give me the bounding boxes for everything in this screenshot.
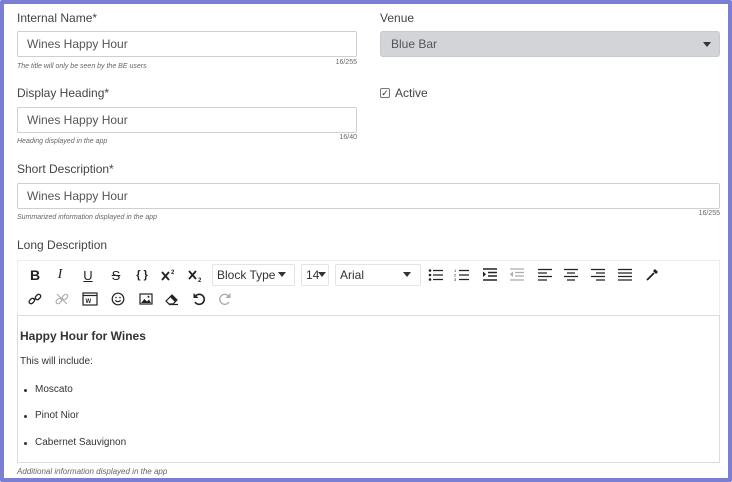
svg-text:W: W	[86, 299, 92, 305]
align-justify-button[interactable]	[614, 265, 636, 285]
align-left-button[interactable]	[534, 265, 556, 285]
align-right-icon	[591, 268, 605, 281]
eyedropper-icon	[646, 269, 658, 281]
venue-select[interactable]: Blue Bar	[380, 31, 720, 57]
ordered-list-button[interactable]: 123	[451, 265, 473, 285]
display-heading-input[interactable]: Wines Happy Hour	[17, 107, 357, 133]
superscript-button[interactable]: 2	[158, 265, 180, 285]
short-description-label: Short Description*	[17, 162, 114, 176]
active-label: Active	[395, 86, 428, 100]
short-description-hint: Summarized information displayed in the …	[17, 214, 158, 221]
align-center-icon	[564, 268, 578, 281]
smiley-icon	[111, 292, 125, 306]
rich-text-editor[interactable]: Happy Hour for Wines This will include: …	[17, 315, 720, 463]
superscript-icon: 2	[161, 270, 175, 281]
display-heading-hint: Heading displayed in the app	[17, 138, 108, 145]
embed-button[interactable]: W	[79, 289, 101, 309]
internal-name-label: Internal Name*	[17, 11, 98, 25]
link-icon	[28, 293, 42, 305]
list-item: Cabernet Sauvignon	[23, 437, 127, 448]
font-family-value: Arial	[340, 268, 365, 282]
long-description-hint: Additional information displayed in the …	[17, 467, 168, 476]
internal-name-input[interactable]: Wines Happy Hour	[17, 31, 357, 57]
italic-button[interactable]: I	[49, 265, 71, 285]
emoji-button[interactable]	[107, 289, 129, 309]
venue-select-value: Blue Bar	[391, 37, 438, 51]
align-right-button[interactable]	[587, 265, 609, 285]
bold-button[interactable]: B	[24, 265, 46, 285]
font-family-chevron-down-icon	[403, 272, 411, 277]
short-description-input[interactable]: Wines Happy Hour	[17, 183, 720, 209]
image-button[interactable]	[135, 289, 157, 309]
outdent-button[interactable]	[506, 265, 528, 285]
unlink-button[interactable]	[51, 289, 73, 309]
block-type-chevron-down-icon	[278, 272, 286, 277]
block-type-value: Block Type	[217, 268, 276, 282]
indent-button[interactable]	[479, 265, 501, 285]
venue-label: Venue	[380, 11, 415, 25]
eraser-button[interactable]	[161, 289, 183, 309]
subscript-icon: 2	[188, 270, 202, 283]
strikethrough-button[interactable]: S	[105, 265, 127, 285]
internal-name-counter: 16/255	[335, 59, 357, 66]
undo-button[interactable]	[188, 289, 210, 309]
unordered-list-button[interactable]	[425, 265, 447, 285]
outdent-icon	[510, 268, 524, 281]
chevron-down-icon	[703, 42, 711, 47]
link-button[interactable]	[24, 289, 46, 309]
list-item: Pinot Nior	[24, 410, 79, 421]
subscript-button[interactable]: 2	[185, 266, 207, 286]
svg-text:2: 2	[171, 270, 175, 276]
align-left-icon	[538, 268, 552, 281]
svg-text:3: 3	[454, 277, 457, 282]
align-center-button[interactable]	[560, 265, 582, 285]
short-description-counter: 16/255	[698, 210, 720, 217]
eraser-icon	[165, 294, 178, 306]
image-icon	[139, 293, 153, 305]
editor-paragraph: This will include:	[20, 356, 93, 367]
font-size-chevron-down-icon	[318, 272, 326, 277]
unlink-icon	[55, 293, 69, 305]
redo-button[interactable]	[214, 289, 236, 309]
svg-text:2: 2	[198, 278, 202, 283]
long-description-label: Long Description	[17, 238, 108, 252]
active-checkbox[interactable]: ✓	[380, 88, 390, 98]
redo-icon	[219, 293, 231, 305]
editor-heading: Happy Hour for Wines	[20, 329, 146, 343]
unordered-list-icon	[428, 269, 443, 281]
ordered-list-icon: 123	[454, 268, 469, 282]
editor-toolbar: B I U S { } 2 2 Block Type 14 Arial 123	[17, 260, 720, 315]
align-justify-icon	[618, 268, 632, 281]
display-heading-label: Display Heading*	[17, 86, 110, 100]
color-picker-button[interactable]	[641, 265, 663, 285]
indent-icon	[483, 268, 497, 281]
display-heading-counter: 16/40	[339, 134, 357, 141]
underline-button[interactable]: U	[77, 265, 99, 285]
code-button[interactable]: { }	[131, 265, 153, 285]
embed-icon: W	[82, 292, 98, 306]
undo-icon	[193, 293, 205, 306]
list-item: Moscato	[24, 384, 73, 395]
internal-name-hint: The title will only be seen by the BE us…	[17, 63, 147, 70]
